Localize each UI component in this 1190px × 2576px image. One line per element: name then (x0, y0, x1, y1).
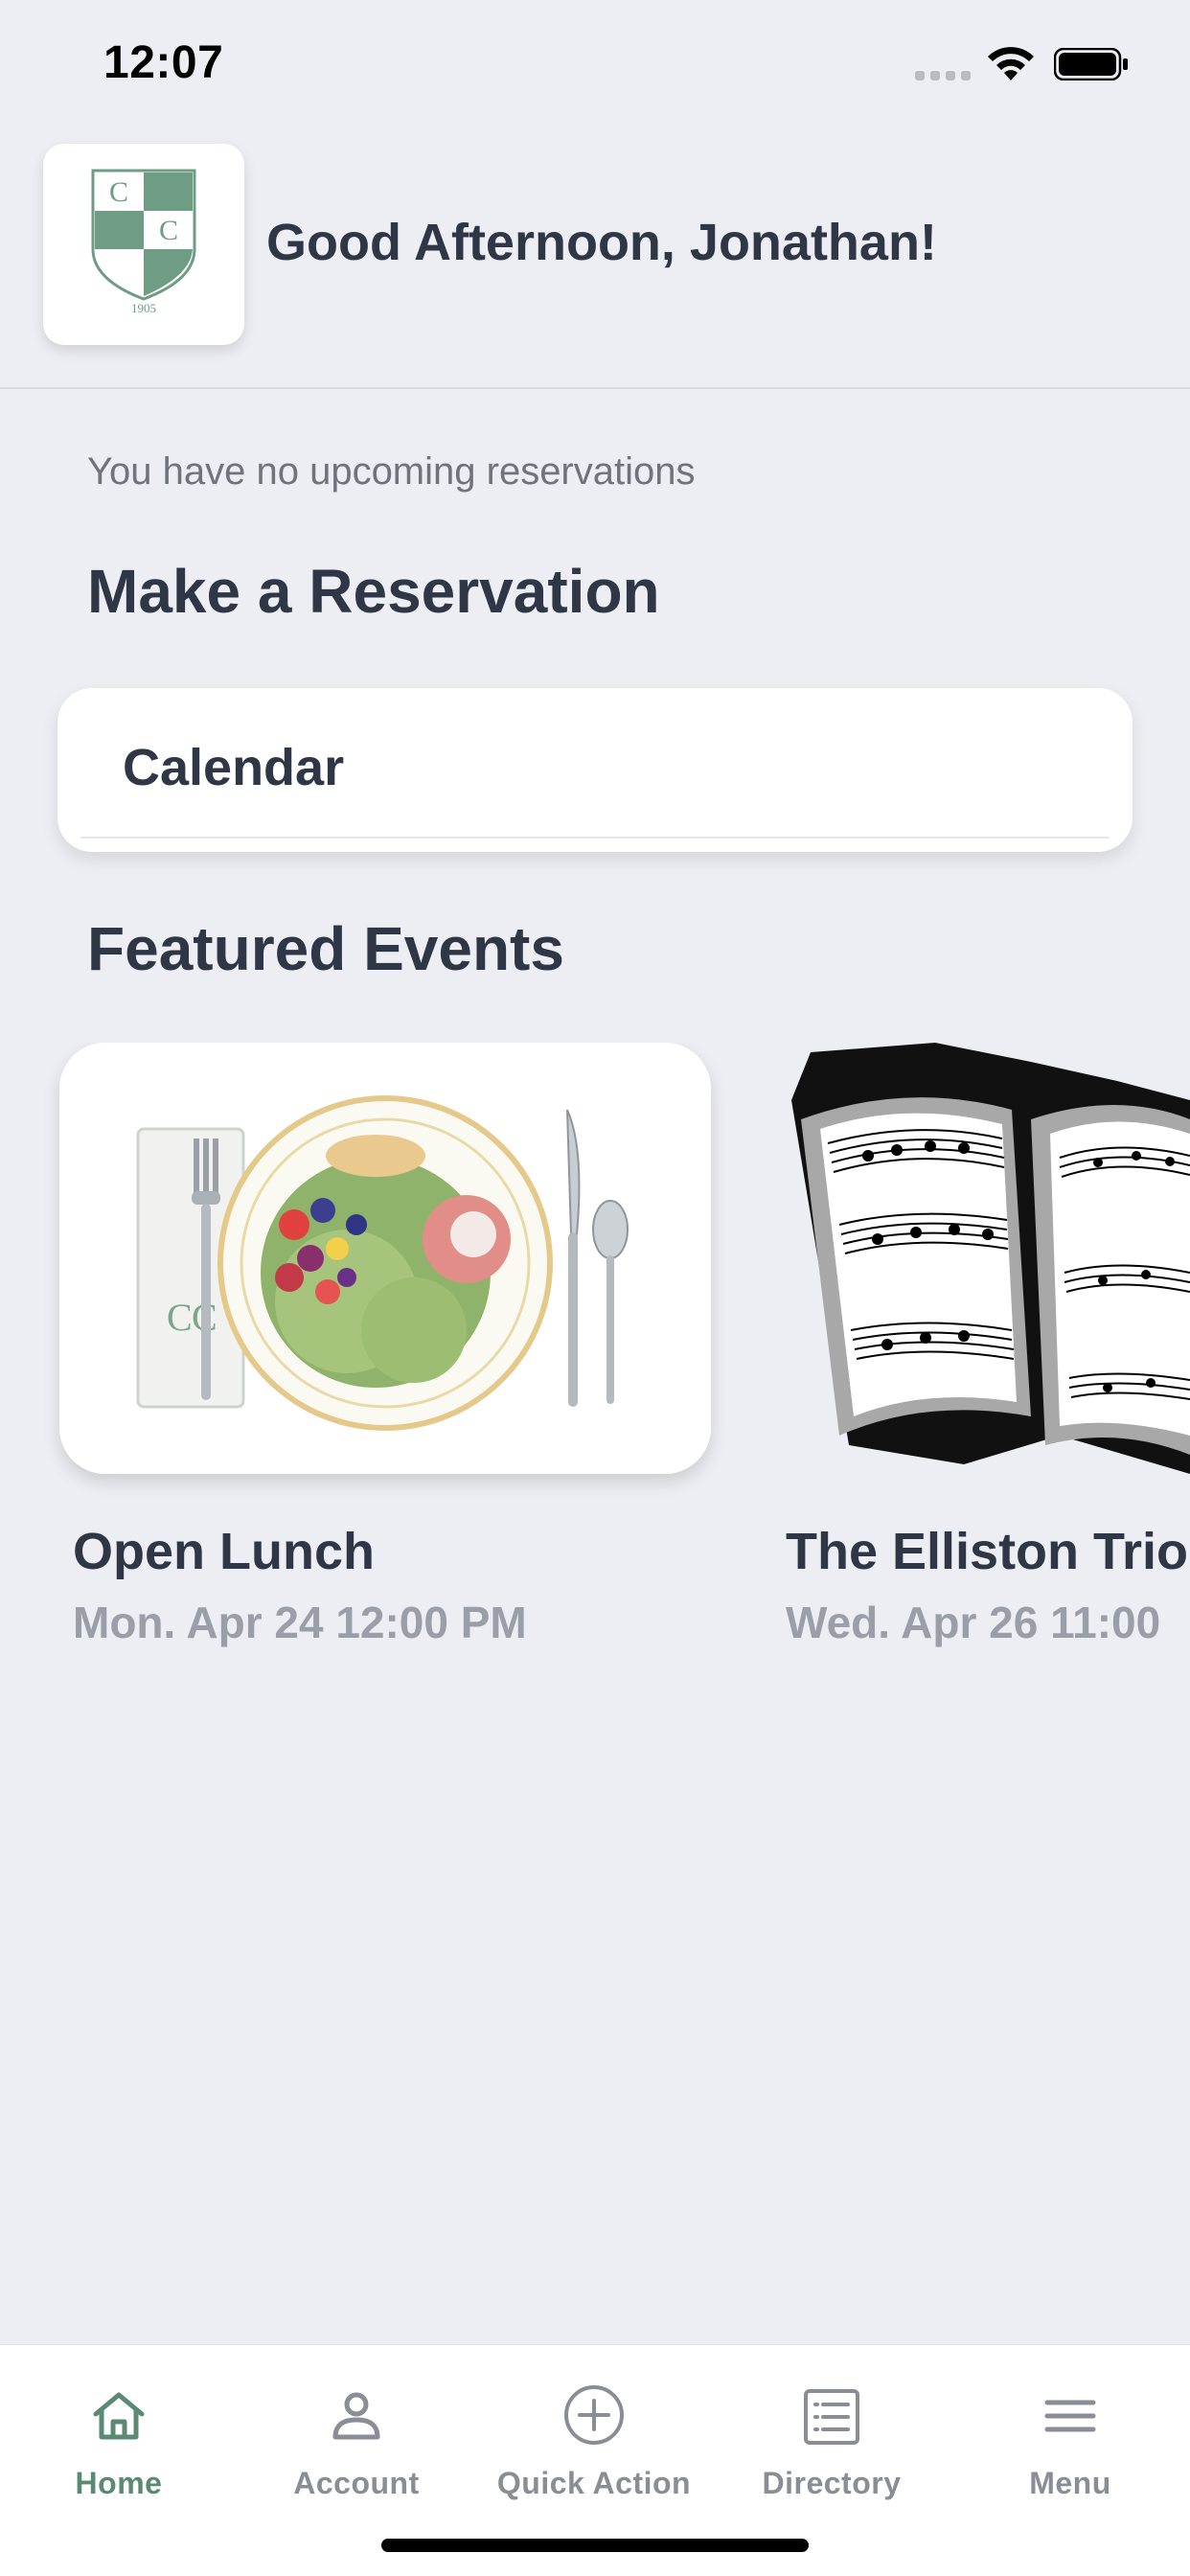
home-indicator (381, 2539, 809, 2552)
sheet-music-illustration (791, 1043, 1190, 1474)
event-date: Wed. Apr 26 11:00 (786, 1598, 1161, 1647)
calendar-button[interactable]: Calendar (57, 688, 1133, 852)
hamburger-menu-icon (1044, 2400, 1096, 2432)
club-crest-logo: C C 1905 (91, 169, 196, 315)
calendar-label: Calendar (123, 739, 345, 796)
tab-account[interactable]: Account (238, 2345, 475, 2518)
svg-text:C: C (167, 1296, 193, 1339)
wifi-icon (988, 47, 1034, 80)
cellular-signal-icon (915, 71, 971, 80)
battery-icon (1054, 48, 1128, 80)
plus-circle-icon (564, 2385, 624, 2445)
home-icon (93, 2392, 145, 2440)
tab-label: Directory (762, 2466, 902, 2500)
lunch-plate-illustration: C C (59, 1043, 711, 1474)
greeting-text: Good Afternoon, Jonathan! (266, 214, 937, 271)
svg-text:C: C (109, 176, 128, 208)
divider (80, 837, 1110, 839)
club-logo[interactable]: C C 1905 (43, 144, 244, 345)
svg-text:1905: 1905 (131, 301, 156, 315)
tab-directory[interactable]: Directory (713, 2345, 950, 2518)
person-icon (332, 2392, 380, 2440)
header: C C 1905 Good Afternoon, Jonathan! (0, 134, 1190, 389)
status-bar: 12:07 (0, 0, 1190, 134)
featured-events-title: Featured Events (87, 914, 564, 983)
svg-text:C: C (159, 215, 178, 246)
tab-label: Menu (1029, 2466, 1111, 2500)
no-reservations-message: You have no upcoming reservations (87, 450, 696, 493)
tab-quick-action[interactable]: Quick Action (475, 2345, 713, 2518)
tab-label: Quick Action (496, 2466, 692, 2500)
make-reservation-title: Make a Reservation (87, 557, 660, 626)
event-title: Open Lunch (73, 1523, 375, 1580)
list-document-icon (804, 2389, 859, 2445)
event-image (772, 1043, 1190, 1474)
tab-label: Account (293, 2466, 420, 2500)
featured-events-carousel[interactable]: C C (0, 1043, 1190, 1675)
event-date: Mon. Apr 24 12:00 PM (73, 1598, 527, 1647)
tab-home[interactable]: Home (0, 2345, 238, 2518)
event-title: The Elliston Trio (786, 1523, 1189, 1580)
tab-menu[interactable]: Menu (950, 2345, 1190, 2518)
event-image: C C (59, 1043, 711, 1474)
home-screen: 12:07 C C 1905 Good Afternoon, Jonathan!… (0, 0, 1190, 2576)
status-time: 12:07 (103, 37, 224, 88)
tab-label: Home (75, 2466, 163, 2500)
